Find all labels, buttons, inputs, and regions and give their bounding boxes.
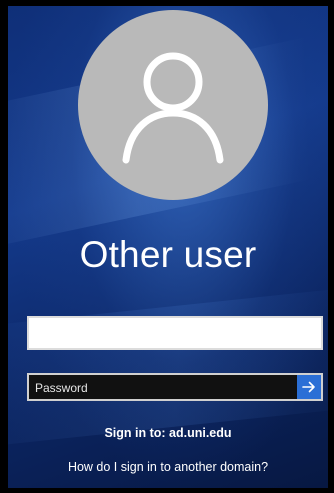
password-placeholder: Password: [35, 381, 88, 395]
login-screen: Other user Password Sign in to: ad.uni.e…: [8, 6, 328, 488]
user-name-label: Other user: [79, 234, 257, 275]
sign-in-domain-label: Sign in to: ad.uni.edu: [104, 426, 232, 440]
submit-button[interactable]: [297, 375, 321, 399]
user-avatar: [78, 10, 268, 200]
another-domain-link[interactable]: How do I sign in to another domain?: [8, 460, 328, 474]
username-field[interactable]: [27, 316, 323, 350]
user-silhouette-icon: [122, 52, 224, 164]
arrow-right-icon: [302, 381, 315, 393]
password-field[interactable]: Password: [27, 373, 323, 401]
